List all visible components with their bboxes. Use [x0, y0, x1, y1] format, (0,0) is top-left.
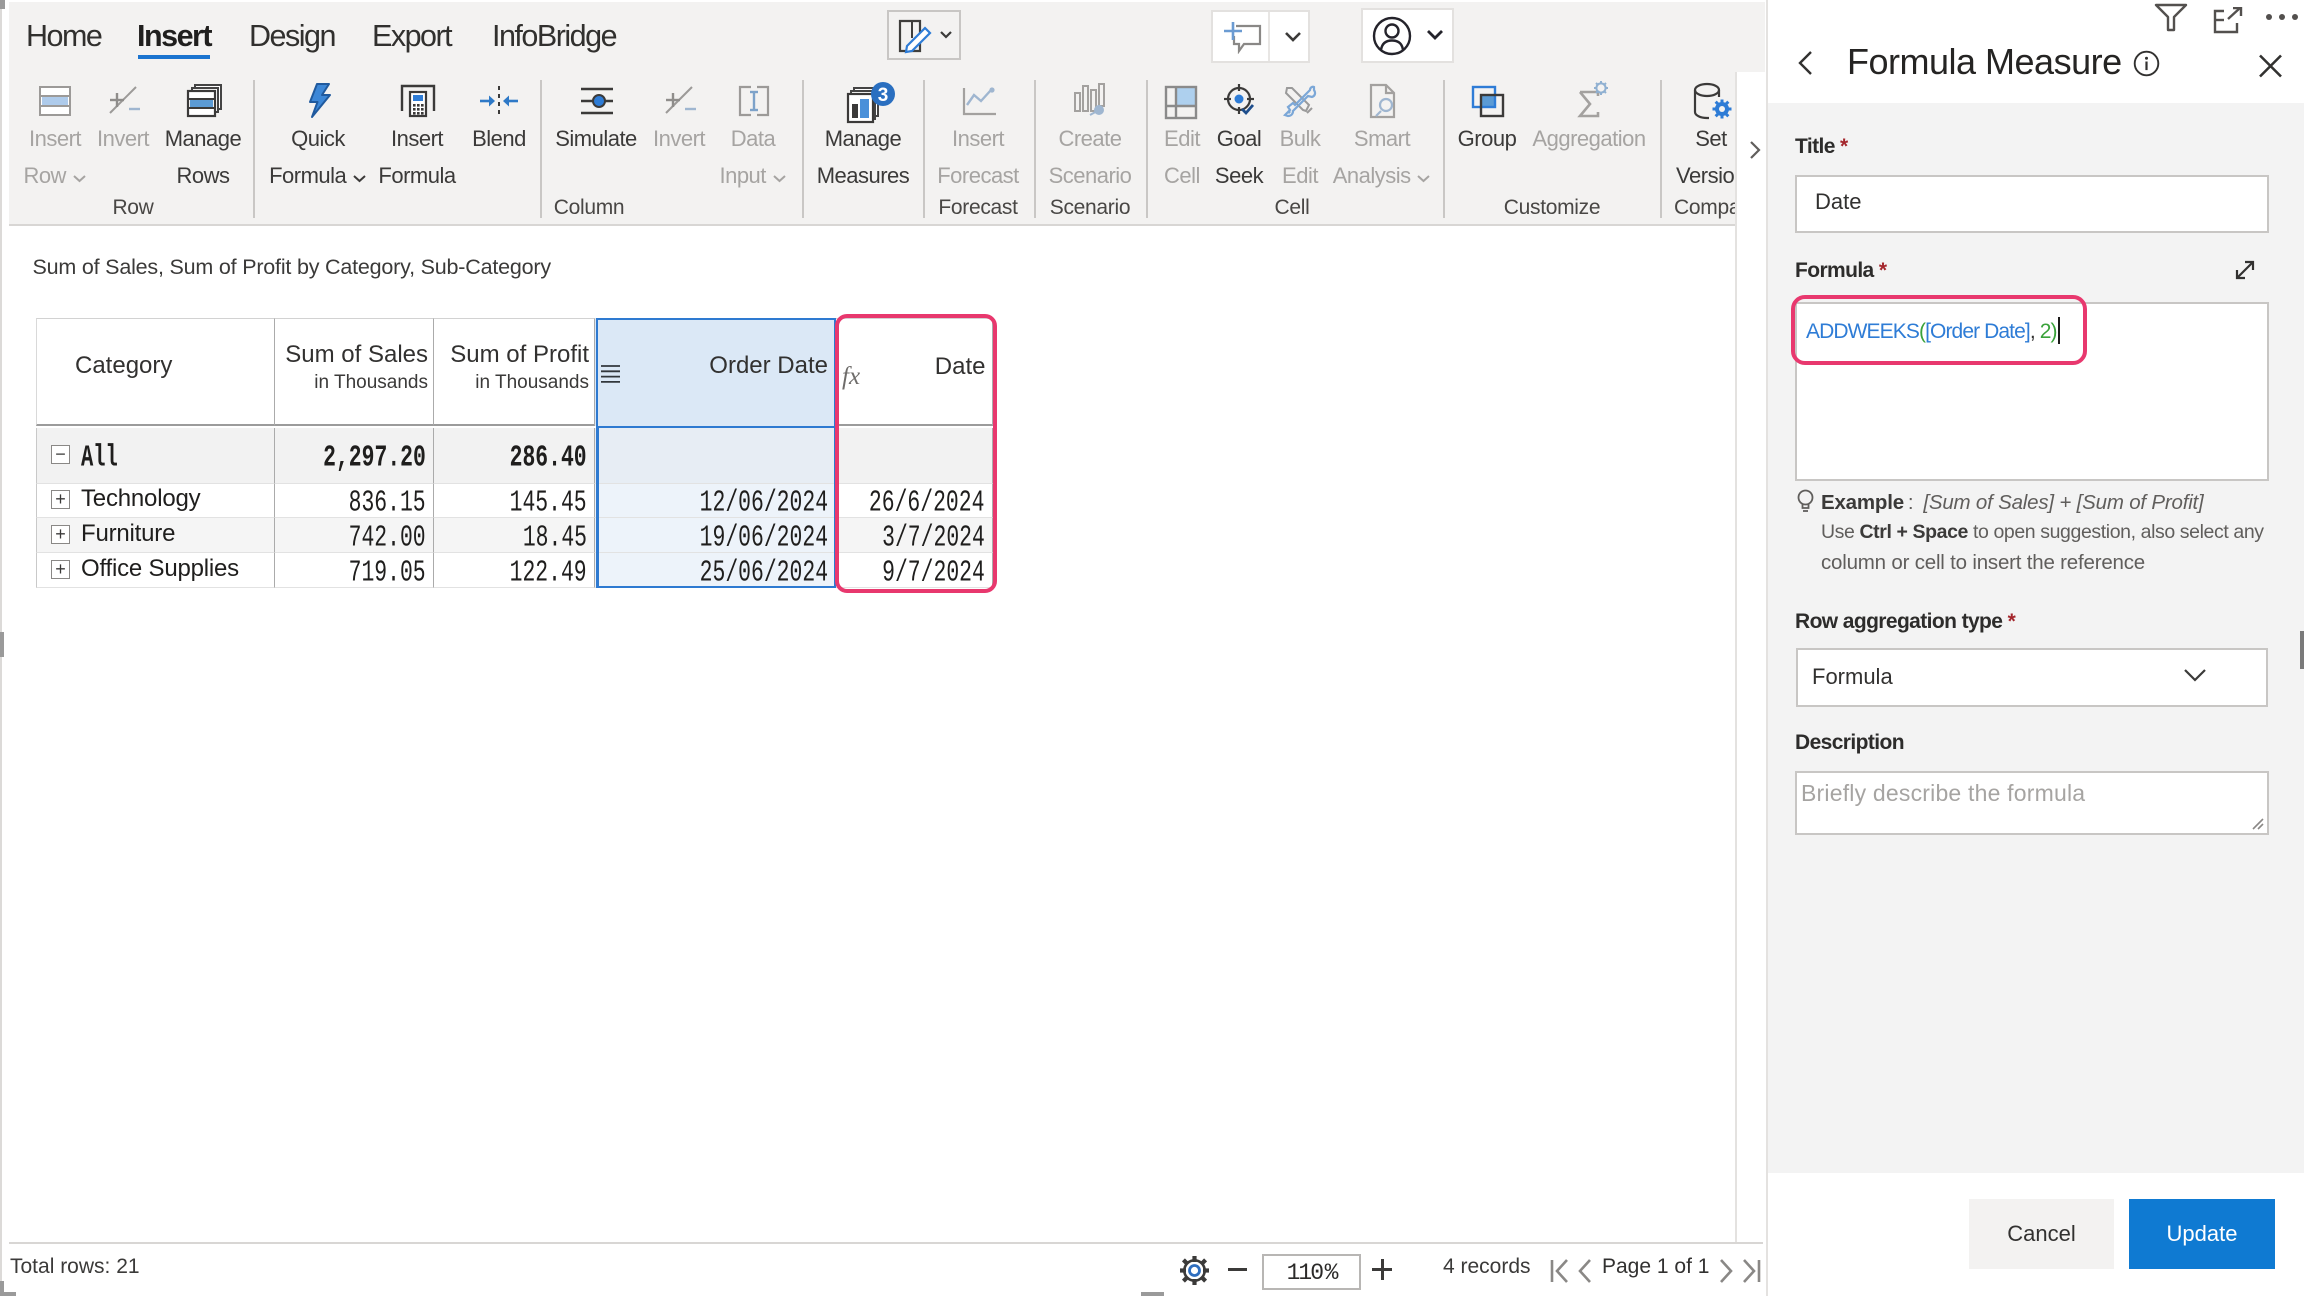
- svg-text:3: 3: [878, 85, 889, 106]
